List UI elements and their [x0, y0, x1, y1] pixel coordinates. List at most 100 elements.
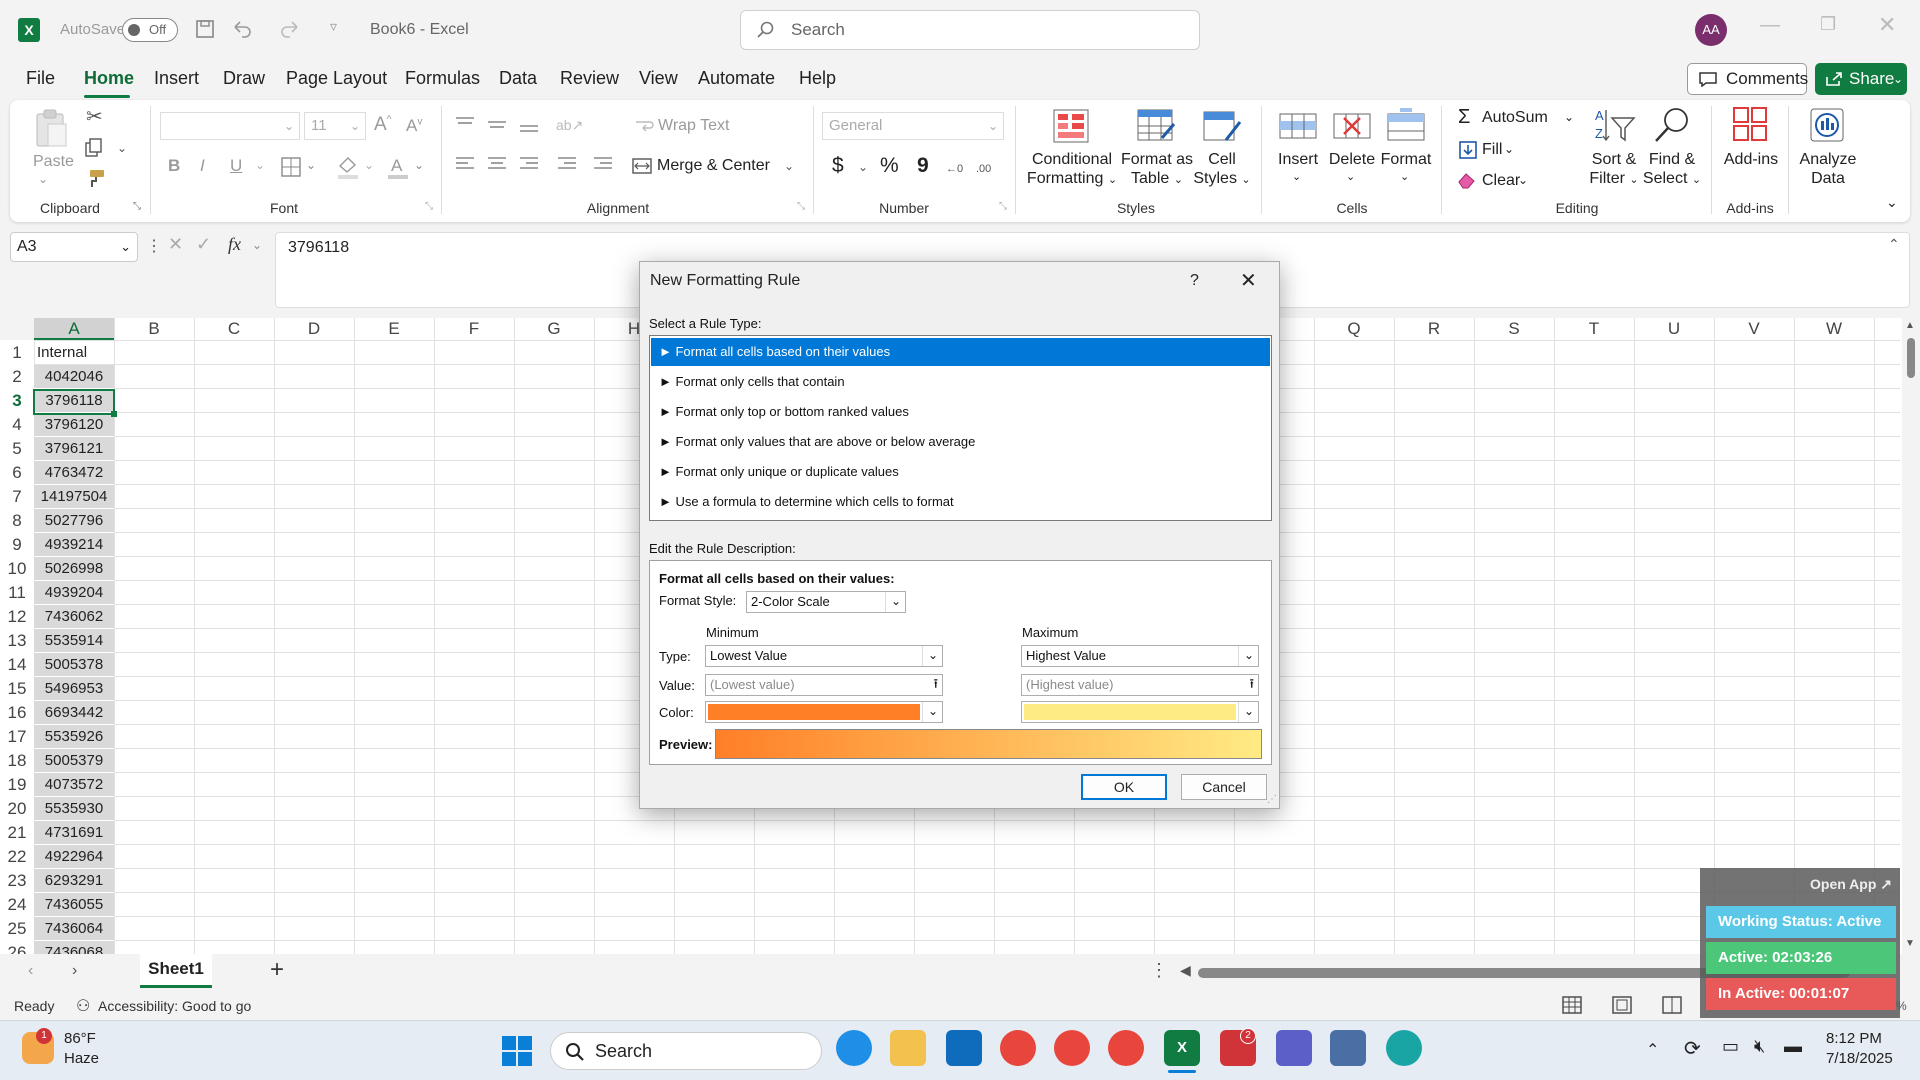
- comments-button[interactable]: Comments: [1687, 63, 1808, 95]
- save-icon[interactable]: [195, 19, 215, 39]
- battery-icon[interactable]: ▬: [1784, 1036, 1802, 1057]
- cancel-entry-icon[interactable]: ✕: [168, 234, 183, 255]
- delete-cells-icon[interactable]: [1332, 108, 1372, 144]
- cell[interactable]: 4922964: [34, 845, 114, 869]
- insert-cells-button[interactable]: Insert: [1278, 150, 1318, 169]
- maximum-type-select[interactable]: Highest Value ⌄: [1021, 645, 1259, 667]
- row-header[interactable]: 15: [0, 677, 34, 701]
- file-explorer-icon[interactable]: [890, 1030, 926, 1066]
- maximum-color-picker[interactable]: ⌄: [1021, 701, 1259, 723]
- select-all-corner[interactable]: [0, 318, 34, 340]
- tab-data[interactable]: Data: [499, 68, 537, 89]
- autosum-icon[interactable]: Σ: [1458, 106, 1470, 129]
- column-header-v[interactable]: V: [1714, 318, 1794, 340]
- column-header-r[interactable]: R: [1394, 318, 1474, 340]
- cell[interactable]: 4073572: [34, 773, 114, 797]
- cell[interactable]: 6693442: [34, 701, 114, 725]
- next-sheet-icon[interactable]: ›: [72, 962, 77, 980]
- format-cells-icon[interactable]: [1386, 106, 1426, 144]
- prev-sheet-icon[interactable]: ‹: [28, 962, 33, 980]
- font-launcher-icon[interactable]: ⤡: [425, 201, 433, 212]
- customize-toolbar-icon[interactable]: ▿: [330, 18, 337, 35]
- conditional-formatting-button[interactable]: Conditional Formatting ⌄: [1024, 150, 1120, 190]
- tab-formulas[interactable]: Formulas: [405, 68, 480, 89]
- clipboard-launcher-icon[interactable]: ⤡: [133, 201, 141, 212]
- rule-type-item[interactable]: ► Format only cells that contain: [651, 368, 1270, 396]
- column-header-s[interactable]: S: [1474, 318, 1554, 340]
- row-header[interactable]: 10: [0, 557, 34, 581]
- redo-icon[interactable]: [280, 19, 302, 39]
- tab-draw[interactable]: Draw: [223, 68, 265, 89]
- rule-type-item[interactable]: ► Format only values that are above or b…: [651, 428, 1270, 456]
- column-header-e[interactable]: E: [354, 318, 434, 340]
- cell[interactable]: 5535914: [34, 629, 114, 653]
- help-icon[interactable]: ?: [1190, 272, 1199, 290]
- number-launcher-icon[interactable]: ⤡: [999, 201, 1007, 212]
- find-select-button[interactable]: Find & Select ⌄: [1640, 150, 1704, 190]
- resize-grip-icon[interactable]: ⋰: [1267, 794, 1277, 805]
- add-sheet-button[interactable]: +: [270, 956, 284, 984]
- share-dropdown-icon[interactable]: ⌄: [1893, 63, 1903, 95]
- minimum-type-select[interactable]: Lowest Value ⌄: [705, 645, 943, 667]
- underline-dropdown-icon[interactable]: ⌄: [255, 158, 265, 172]
- tab-help[interactable]: Help: [799, 68, 836, 89]
- clock-time[interactable]: 8:12 PM: [1826, 1030, 1882, 1047]
- wrap-text-button[interactable]: Wrap Text: [658, 117, 729, 135]
- row-header[interactable]: 24: [0, 893, 34, 917]
- format-painter-icon[interactable]: [84, 168, 106, 188]
- row-header[interactable]: 2: [0, 365, 34, 389]
- row-header[interactable]: 22: [0, 845, 34, 869]
- row-header[interactable]: 5: [0, 437, 34, 461]
- font-color-dropdown-icon[interactable]: ⌄: [414, 158, 424, 172]
- insert-function-icon[interactable]: fx: [228, 234, 241, 255]
- row-header[interactable]: 16: [0, 701, 34, 725]
- cell[interactable]: 7436062: [34, 605, 114, 629]
- insert-dropdown-icon[interactable]: ⌄: [1292, 170, 1301, 183]
- cell[interactable]: 5005378: [34, 653, 114, 677]
- row-header[interactable]: 11: [0, 581, 34, 605]
- tab-file[interactable]: File: [26, 68, 55, 89]
- vertical-align-icons[interactable]: [454, 114, 564, 136]
- restore-icon[interactable]: ❐: [1820, 14, 1836, 35]
- maximum-value-input[interactable]: (Highest value) ⭱: [1021, 674, 1259, 696]
- fill-handle[interactable]: [111, 411, 117, 417]
- app-icon[interactable]: [1386, 1030, 1422, 1066]
- row-header[interactable]: 13: [0, 629, 34, 653]
- column-header-c[interactable]: C: [194, 318, 274, 340]
- tray-overflow-icon[interactable]: ⌃: [1646, 1040, 1659, 1060]
- row-header[interactable]: 9: [0, 533, 34, 557]
- find-select-icon[interactable]: [1652, 106, 1692, 144]
- fill-color-dropdown-icon[interactable]: ⌄: [364, 158, 374, 172]
- tab-page-layout[interactable]: Page Layout: [286, 68, 387, 89]
- analyze-data-button[interactable]: Analyze Data: [1796, 150, 1860, 188]
- name-box[interactable]: A3 ⌄: [10, 232, 138, 262]
- network-icon[interactable]: ▭: [1722, 1036, 1739, 1057]
- add-ins-icon[interactable]: [1732, 106, 1770, 144]
- currency-button[interactable]: $: [832, 154, 844, 178]
- header-cell[interactable]: Internal SKU: [34, 341, 114, 385]
- cell[interactable]: 4763472: [34, 461, 114, 485]
- clock-date[interactable]: 7/18/2025: [1826, 1050, 1893, 1067]
- orientation-icon[interactable]: ab↗: [556, 114, 596, 136]
- rule-type-item[interactable]: ► Format all cells based on their values: [651, 338, 1270, 366]
- font-color-icon[interactable]: A: [386, 154, 410, 180]
- conditional-formatting-icon[interactable]: [1052, 108, 1090, 144]
- column-header-b[interactable]: B: [114, 318, 194, 340]
- row-header[interactable]: 7: [0, 485, 34, 509]
- ok-button[interactable]: OK: [1081, 774, 1167, 800]
- row-header[interactable]: 8: [0, 509, 34, 533]
- column-header-f[interactable]: F: [434, 318, 514, 340]
- alignment-launcher-icon[interactable]: ⤡: [797, 201, 805, 212]
- cell-styles-button[interactable]: Cell Styles ⌄: [1190, 150, 1254, 190]
- accessibility-icon[interactable]: ⚇: [76, 996, 90, 1016]
- row-header[interactable]: 23: [0, 869, 34, 893]
- weather-temp[interactable]: 86°F: [64, 1030, 96, 1047]
- tab-view[interactable]: View: [639, 68, 678, 89]
- fill-button[interactable]: Fill: [1482, 141, 1502, 159]
- delete-dropdown-icon[interactable]: ⌄: [1346, 170, 1355, 183]
- row-header[interactable]: 25: [0, 917, 34, 941]
- format-cells-button[interactable]: Format: [1380, 150, 1432, 169]
- rule-type-list[interactable]: ► Format all cells based on their values…: [649, 335, 1272, 521]
- clear-icon[interactable]: [1456, 170, 1478, 190]
- row-header[interactable]: 18: [0, 749, 34, 773]
